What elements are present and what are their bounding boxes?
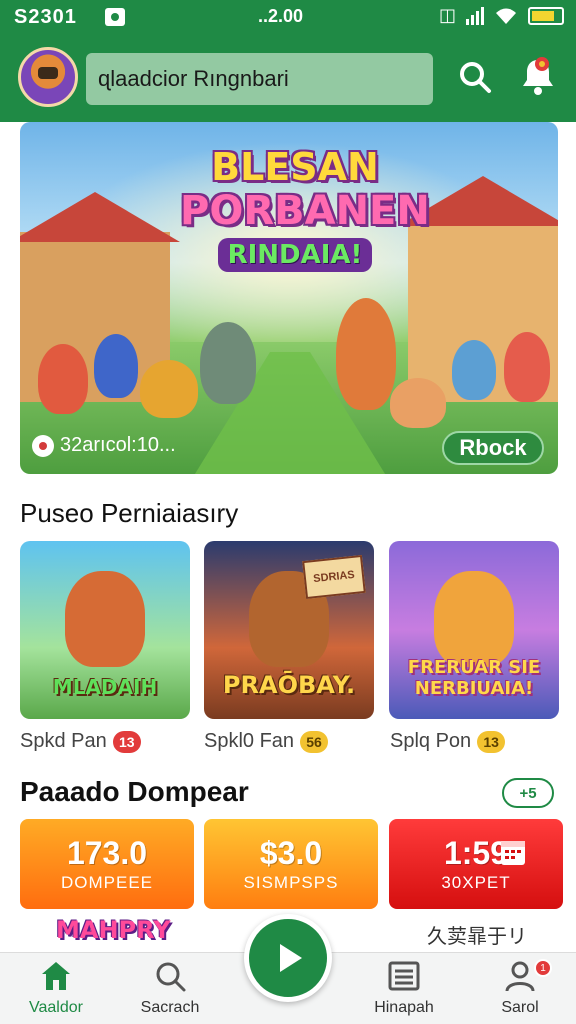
user-icon bbox=[505, 961, 535, 992]
game-card-meta: Spkl0 Fan 56 bbox=[204, 730, 329, 753]
status-bar: S2301 ..2.00 ◫ bbox=[0, 0, 576, 34]
home-icon bbox=[42, 962, 70, 990]
deal-value: 1:59 bbox=[443, 835, 509, 871]
deal-card[interactable]: $3.0 SISMPSPS bbox=[204, 819, 378, 909]
search-input[interactable]: ɋlaadcior Rıngnbari bbox=[86, 53, 433, 105]
hero-character bbox=[390, 378, 446, 428]
game-card-character bbox=[434, 571, 514, 667]
game-card-meta: Spkd Pan 13 bbox=[20, 730, 141, 753]
hero-title-line2: PORBANEN bbox=[180, 188, 430, 234]
game-card-meta-text: Spkd Pan bbox=[20, 730, 107, 752]
hero-character bbox=[200, 322, 256, 404]
nav-label: Sarol bbox=[501, 999, 539, 1016]
play-icon bbox=[280, 944, 302, 972]
deal-value: 173.0 bbox=[66, 835, 148, 871]
nav-item-library[interactable]: Hinapah bbox=[354, 959, 454, 1021]
calendar-icon bbox=[501, 841, 525, 865]
hero-character bbox=[38, 344, 88, 414]
deal-card[interactable]: 1:59 30XPET bbox=[389, 819, 563, 909]
nav-item-search[interactable]: Sacrach bbox=[120, 959, 220, 1021]
hero-title: BLESAN PORBANEN RINDAIA! bbox=[180, 145, 430, 272]
deal-card[interactable]: 173.0 DOMPEEE bbox=[20, 819, 194, 909]
deals-section-title: Paaado Dompear bbox=[20, 776, 249, 807]
hero-title-line1: BLESAN bbox=[211, 145, 379, 189]
hero-caption: 32arıcol:10... bbox=[32, 434, 176, 457]
avatar[interactable] bbox=[18, 47, 78, 107]
deal-value: $3.0 bbox=[259, 835, 323, 871]
promo-logo[interactable]: MAHPRY bbox=[56, 916, 171, 944]
hero-character bbox=[452, 340, 496, 400]
vibrate-icon: ◫ bbox=[438, 5, 456, 25]
hero-cta-button[interactable]: Rbock bbox=[442, 431, 544, 465]
game-card-meta-text: Splq Pon bbox=[390, 730, 472, 752]
nav-label: Vaaldor bbox=[29, 999, 83, 1016]
battery-icon bbox=[528, 6, 564, 25]
live-dot-icon bbox=[32, 434, 54, 457]
list-icon bbox=[388, 961, 420, 991]
game-card-character bbox=[65, 571, 145, 667]
app-header: ɋlaadcior Rıngnbari bbox=[0, 34, 576, 122]
status-center-text: ..2.00 bbox=[258, 6, 304, 26]
hero-caption-text: 32arıcol:10... bbox=[60, 434, 176, 456]
game-card-badge: 13 bbox=[477, 730, 506, 753]
game-card-badge: 13 bbox=[112, 730, 141, 753]
hero-character bbox=[336, 298, 396, 410]
hero-character bbox=[140, 360, 198, 418]
status-indicators: ◫ bbox=[439, 5, 564, 26]
wifi-icon bbox=[496, 8, 516, 24]
game-card-meta: Splq Pon 13 bbox=[390, 730, 506, 753]
deal-label: DOMPEEE bbox=[60, 873, 154, 892]
app-notification-icon bbox=[104, 8, 125, 26]
play-button[interactable] bbox=[244, 914, 332, 1002]
notification-icon[interactable] bbox=[518, 54, 558, 100]
nav-item-home[interactable]: Vaaldor bbox=[6, 959, 106, 1021]
hero-character bbox=[94, 334, 138, 398]
search-input-text: ɋlaadcior Rıngnbari bbox=[98, 66, 289, 91]
game-card-badge: 56 bbox=[300, 730, 329, 753]
promo-text: 久荬暃于リ bbox=[427, 926, 527, 948]
signal-icon bbox=[466, 6, 484, 25]
nav-label: Sacrach bbox=[140, 999, 200, 1016]
game-card-title: PRAŌBAY. bbox=[222, 671, 356, 699]
hero-banner[interactable]: BLESAN PORBANEN RINDAIA! 32arıcol:10... … bbox=[20, 122, 558, 474]
search-icon bbox=[156, 962, 186, 992]
search-icon[interactable] bbox=[458, 60, 492, 94]
popular-section-title: Puseo Perniaiasıry bbox=[20, 498, 239, 528]
game-card[interactable]: FRERUAR SIE NERBIUAIA! bbox=[389, 541, 559, 719]
game-card-meta-text: Spkl0 Fan bbox=[204, 730, 295, 752]
status-time: S2301 bbox=[14, 5, 77, 28]
game-card-title: FRERUAR SIE NERBIUAIA! bbox=[407, 657, 541, 699]
nav-item-profile[interactable]: 1 Sarol bbox=[470, 959, 570, 1021]
deals-more-button[interactable]: +5 bbox=[502, 778, 554, 808]
notification-badge: 1 bbox=[534, 959, 552, 977]
deal-label: 30XPET bbox=[441, 873, 511, 892]
game-card-title: MLADAIH bbox=[52, 675, 158, 699]
game-card-tag: SDRIAS bbox=[302, 554, 366, 600]
nav-label: Hinapah bbox=[374, 999, 434, 1016]
deal-label: SISMPSPS bbox=[243, 873, 339, 892]
hero-character bbox=[504, 332, 550, 402]
game-card[interactable]: MLADAIH bbox=[20, 541, 190, 719]
hero-title-line3: RINDAIA! bbox=[217, 238, 373, 272]
